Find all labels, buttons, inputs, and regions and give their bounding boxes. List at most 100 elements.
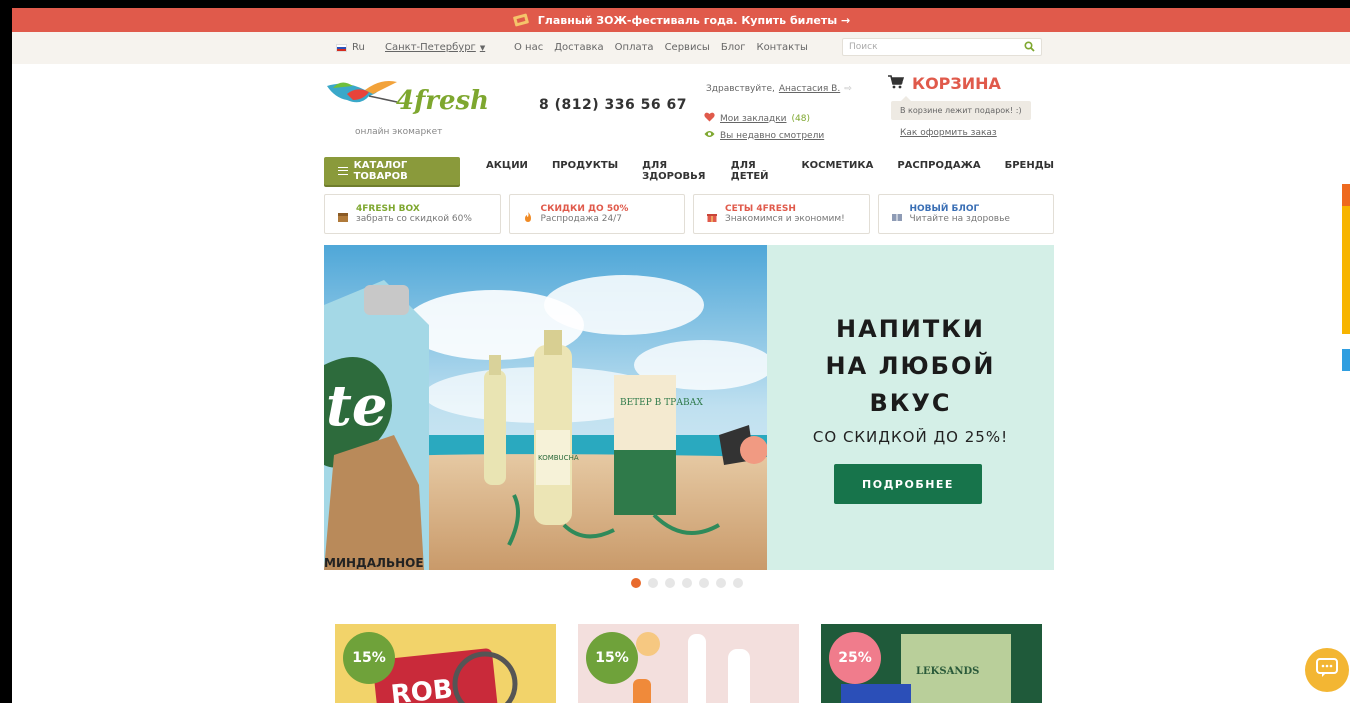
- menu-icon: [338, 167, 348, 175]
- hero-title-line: НА ЛЮБОЙ: [825, 352, 996, 380]
- hero-title-line: НАПИТКИ: [836, 315, 985, 343]
- promo-card-sets[interactable]: СЕТЫ 4FRESH Знакомимся и экономим!: [693, 194, 870, 234]
- top-link-blog[interactable]: Блог: [721, 42, 746, 53]
- cart-icon: [888, 74, 905, 93]
- hero-banner[interactable]: te МИНДАЛЬНОЕ KOMBUCHA ВЕТЕР В ТРАВАХ НА…: [324, 245, 1054, 570]
- beach-drinks-illustration-icon: te МИНДАЛЬНОЕ KOMBUCHA ВЕТЕР В ТРАВАХ: [324, 245, 767, 570]
- page: Главный ЗОЖ-фестиваль года. Купить билет…: [12, 8, 1350, 703]
- promo-card-sale[interactable]: СКИДКИ ДО 50% Распродажа 24/7: [508, 194, 685, 234]
- catalog-label: КАТАЛОГ ТОВАРОВ: [353, 160, 408, 182]
- top-link-contacts[interactable]: Контакты: [756, 42, 807, 53]
- recently-viewed-label: Вы недавно смотрели: [720, 130, 825, 141]
- greeting-prefix: Здравствуйте,: [706, 84, 775, 94]
- caret-down-icon: ▼: [479, 43, 486, 52]
- logout-icon[interactable]: ⇨: [844, 84, 852, 94]
- cart-button[interactable]: КОРЗИНА: [888, 74, 1001, 93]
- slider-dot[interactable]: [631, 578, 641, 588]
- top-link-payment[interactable]: Оплата: [615, 42, 654, 53]
- how-to-order-link[interactable]: Как оформить заказ: [900, 128, 997, 138]
- product-tile[interactable]: LEKSANDS 25%: [821, 624, 1042, 703]
- promo-card-subtitle: Распродажа 24/7: [540, 214, 622, 224]
- eye-icon: [704, 130, 715, 141]
- top-bar: Ru Санкт-Петербург ▼ О нас Доставка Опла…: [12, 32, 1350, 64]
- city-selector[interactable]: Санкт-Петербург ▼: [385, 42, 485, 53]
- side-feedback-tab[interactable]: [1342, 184, 1350, 334]
- recently-viewed-link[interactable]: Вы недавно смотрели: [704, 130, 824, 141]
- hero-subtitle: СО СКИДКОЙ ДО 25%!: [812, 428, 1009, 446]
- bookmarks-link[interactable]: Мои закладки (48): [704, 112, 810, 125]
- chat-icon: [1316, 658, 1338, 682]
- search-input[interactable]: Поиск: [842, 38, 1042, 56]
- logo-subtitle: онлайн экомаркет: [355, 127, 443, 137]
- promo-text: Главный ЗОЖ-фестиваль года. Купить билет…: [537, 13, 851, 27]
- promo-bar[interactable]: Главный ЗОЖ-фестиваль года. Купить билет…: [12, 8, 1350, 32]
- slider-dot[interactable]: [716, 578, 726, 588]
- nav-item-sale[interactable]: РАСПРОДАЖА: [897, 160, 980, 182]
- promo-card-subtitle: Знакомимся и экономим!: [725, 214, 845, 224]
- carton-text: МИНДАЛЬНОЕ: [324, 556, 424, 570]
- book-icon: [891, 208, 903, 221]
- cart-gift-tooltip: В корзине лежит подарок! :): [891, 96, 1031, 120]
- nav-item-kids[interactable]: ДЛЯ ДЕТЕЙ: [731, 160, 778, 182]
- promo-card-title: НОВЫЙ БЛОГ: [909, 204, 980, 214]
- fire-icon: [522, 208, 534, 222]
- search-icon[interactable]: [1024, 41, 1035, 55]
- slider-dot[interactable]: [733, 578, 743, 588]
- chat-button[interactable]: [1305, 648, 1349, 692]
- gift-icon: [706, 208, 718, 222]
- language-label: Ru: [352, 42, 365, 53]
- logo-text[interactable]: 4fresh: [396, 86, 489, 116]
- top-nav: О нас Доставка Оплата Сервисы Блог Конта…: [514, 42, 808, 53]
- product-tile[interactable]: 15%: [578, 624, 799, 703]
- heart-icon: [704, 112, 715, 125]
- russian-flag-icon: [336, 43, 347, 52]
- slider-dots: [631, 578, 743, 588]
- discount-badge: 15%: [343, 632, 395, 684]
- top-link-services[interactable]: Сервисы: [665, 42, 710, 53]
- discount-badge: 15%: [586, 632, 638, 684]
- side-social-tab[interactable]: [1342, 349, 1350, 371]
- search-placeholder: Поиск: [849, 42, 878, 52]
- bookmarks-count: (48): [791, 113, 810, 124]
- hero-title: НАПИТКИ НА ЛЮБОЙ ВКУС: [767, 311, 1054, 422]
- phone-number[interactable]: 8 (812) 336 56 67: [539, 97, 687, 113]
- user-name-link[interactable]: Анастасия В.: [779, 84, 840, 94]
- slider-dot[interactable]: [648, 578, 658, 588]
- promo-card-title: СКИДКИ ДО 50%: [540, 204, 629, 214]
- promo-cards: 4FRESH BOX забрать со скидкой 60% СКИДКИ…: [324, 194, 1054, 234]
- catalog-button[interactable]: КАТАЛОГ ТОВАРОВ: [324, 157, 460, 185]
- top-link-delivery[interactable]: Доставка: [554, 42, 603, 53]
- svg-text:te: te: [326, 373, 388, 439]
- nav-item-promotions[interactable]: АКЦИИ: [486, 160, 528, 182]
- promo-card-blog[interactable]: НОВЫЙ БЛОГ Читайте на здоровье: [877, 194, 1054, 234]
- hero-image: te МИНДАЛЬНОЕ KOMBUCHA ВЕТЕР В ТРАВАХ: [324, 245, 767, 570]
- product-tiles: ROB 15% 15% LEKSANDS 25%: [335, 624, 1042, 703]
- slider-dot[interactable]: [682, 578, 692, 588]
- hero-title-line: ВКУС: [869, 389, 952, 417]
- discount-badge: 25%: [829, 632, 881, 684]
- ticket-icon: [512, 11, 530, 29]
- promo-card-box[interactable]: 4FRESH BOX забрать со скидкой 60%: [324, 194, 501, 234]
- hero-text-panel: НАПИТКИ НА ЛЮБОЙ ВКУС СО СКИДКОЙ ДО 25%!…: [767, 245, 1054, 570]
- category-menu: АКЦИИ ПРОДУКТЫ ДЛЯ ЗДОРОВЬЯ ДЛЯ ДЕТЕЙ КО…: [486, 160, 1054, 182]
- city-label: Санкт-Петербург: [385, 42, 476, 53]
- slider-dot[interactable]: [699, 578, 709, 588]
- bookmarks-label: Мои закладки: [720, 113, 787, 124]
- svg-text:LEKSANDS: LEKSANDS: [916, 666, 979, 677]
- hero-more-button[interactable]: ПОДРОБНЕЕ: [834, 464, 982, 504]
- slider-dot[interactable]: [665, 578, 675, 588]
- promo-card-subtitle: забрать со скидкой 60%: [356, 214, 472, 224]
- product-tile[interactable]: ROB 15%: [335, 624, 556, 703]
- main-nav: КАТАЛОГ ТОВАРОВ АКЦИИ ПРОДУКТЫ ДЛЯ ЗДОРО…: [324, 156, 1054, 186]
- nav-item-brands[interactable]: БРЕНДЫ: [1005, 160, 1054, 182]
- greeting: Здравствуйте, Анастасия В. ⇨: [706, 84, 852, 94]
- promo-card-title: СЕТЫ 4FRESH: [725, 204, 796, 214]
- nav-item-health[interactable]: ДЛЯ ЗДОРОВЬЯ: [642, 160, 707, 182]
- top-link-about[interactable]: О нас: [514, 42, 543, 53]
- nav-item-products[interactable]: ПРОДУКТЫ: [552, 160, 618, 182]
- box-icon: [337, 208, 349, 222]
- box-label: ВЕТЕР В ТРАВАХ: [620, 398, 703, 408]
- promo-card-subtitle: Читайте на здоровье: [909, 214, 1010, 224]
- language-switcher[interactable]: Ru: [336, 42, 365, 53]
- nav-item-cosmetics[interactable]: КОСМЕТИКА: [801, 160, 873, 182]
